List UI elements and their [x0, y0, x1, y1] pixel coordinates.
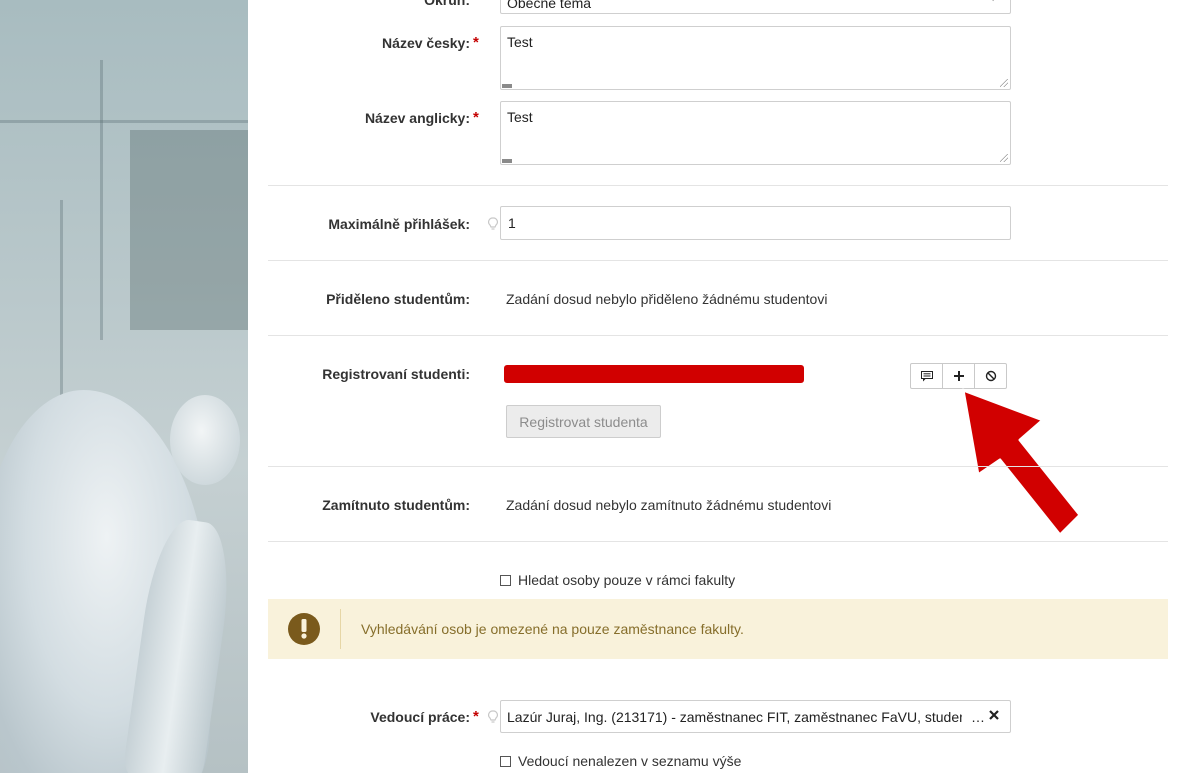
lightbulb-icon[interactable]: [488, 710, 498, 724]
notice-separator: [340, 609, 341, 649]
vedouci-label: Vedoucí práce:: [370, 709, 470, 725]
divider: [268, 541, 1168, 542]
redacted-student-name: [504, 365, 804, 383]
clear-icon[interactable]: [988, 708, 1000, 726]
comment-button[interactable]: [910, 363, 943, 389]
plus-icon: [953, 367, 965, 386]
warning-notice: Vyhledávání osob je omezené na pouze zam…: [268, 599, 1168, 659]
divider: [268, 260, 1168, 261]
okruh-select-value: Obecné téma: [507, 0, 592, 11]
prideleno-value: Zadání dosud nebylo přiděleno žádnému st…: [506, 291, 828, 307]
okruh-select[interactable]: Obecné téma ▼: [500, 0, 1011, 14]
form-panel: Okruh: Obecné téma ▼ Název česky: * Test…: [248, 0, 1190, 773]
resize-handle-icon[interactable]: [1000, 154, 1008, 162]
required-marker: *: [473, 34, 479, 51]
annotation-arrow-icon: [961, 388, 1082, 537]
zamitnuto-value: Zadání dosud nebylo zamítnuto žádnému st…: [506, 497, 832, 513]
vedouci-nenalezen-checkbox-row[interactable]: Vedoucí nenalezen v seznamu výše: [500, 753, 741, 769]
hledat-fakulta-checkbox-row[interactable]: Hledat osoby pouze v rámci fakulty: [500, 572, 735, 588]
nazev-anglicky-textarea[interactable]: Test: [500, 101, 1011, 165]
zamitnuto-label: Zamítnuto studentům:: [322, 497, 470, 513]
nazev-anglicky-value: Test: [507, 109, 533, 125]
max-prihlasek-value: 1: [508, 215, 516, 231]
chevron-down-icon: ▼: [988, 0, 998, 4]
comment-icon: [920, 367, 933, 386]
register-student-button[interactable]: Registrovat studenta: [506, 405, 661, 438]
registrovani-label: Registrovaní studenti:: [322, 366, 470, 382]
resize-handle-icon[interactable]: [1000, 79, 1008, 87]
prideleno-label: Přiděleno studentům:: [326, 291, 470, 307]
background-photo: [0, 0, 248, 773]
notice-text: Vyhledávání osob je omezené na pouze zam…: [361, 621, 744, 637]
nazev-cesky-value: Test: [507, 34, 533, 50]
textarea-grip: [502, 84, 512, 88]
max-prihlasek-label: Maximálně přihlášek:: [328, 216, 470, 232]
hledat-fakulta-label: Hledat osoby pouze v rámci fakulty: [518, 572, 736, 588]
nazev-cesky-label: Název česky:: [382, 35, 470, 51]
exclamation-icon: [288, 613, 320, 645]
required-marker: *: [473, 708, 479, 725]
divider: [268, 185, 1168, 186]
textarea-grip: [502, 159, 512, 163]
lightbulb-icon[interactable]: [488, 217, 498, 231]
vedouci-nenalezen-checkbox[interactable]: [500, 755, 511, 767]
okruh-label: Okruh:: [424, 0, 470, 8]
max-prihlasek-input[interactable]: 1: [500, 206, 1011, 240]
nazev-cesky-textarea[interactable]: Test: [500, 26, 1011, 90]
hledat-fakulta-checkbox[interactable]: [500, 574, 511, 586]
vedouci-nenalezen-label: Vedoucí nenalezen v seznamu výše: [518, 753, 742, 769]
vedouci-select-value: Lazúr Juraj, Ing. (213171) - zaměstnanec…: [507, 709, 962, 725]
vedouci-ellipsis: …: [971, 709, 985, 725]
nazev-anglicky-label: Název anglicky:: [364, 110, 470, 126]
block-icon: [985, 367, 997, 386]
divider: [268, 466, 1168, 467]
vedouci-select[interactable]: Lazúr Juraj, Ing. (213171) - zaměstnanec…: [500, 700, 1011, 733]
divider: [268, 335, 1168, 336]
required-marker: *: [473, 109, 479, 126]
